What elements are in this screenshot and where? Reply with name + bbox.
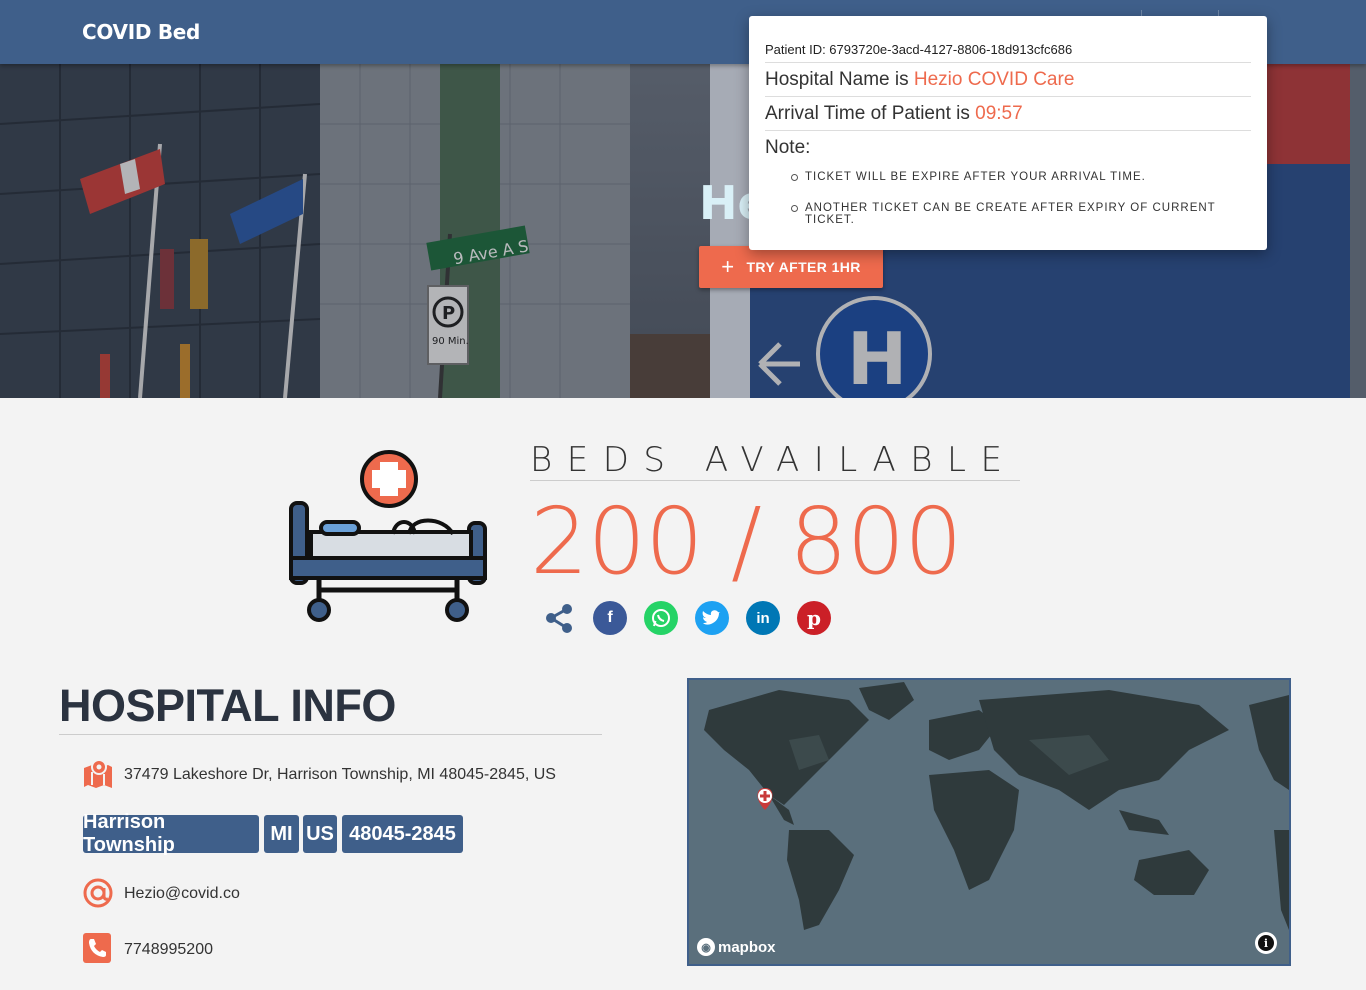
hospital-location-map[interactable]: ◉ mapbox i [687,678,1291,966]
hospital-bed-icon [289,450,487,622]
tag-city: Harrison Township [83,811,259,856]
beds-available-count: 200 / 800 [530,488,963,595]
mapbox-logo-icon: ◉ [697,938,715,956]
tag-zip: 48045-2845 [342,815,463,853]
map-info-button[interactable]: i [1255,932,1277,954]
share-icon[interactable] [542,601,576,635]
tag-country: US [303,815,337,853]
tag-state: MI [264,815,299,853]
note-item: ANOTHER TICKET CAN BE CREATE AFTER EXPIR… [791,202,1251,226]
try-after-button-label: TRY AFTER 1HR [746,259,861,275]
facebook-icon[interactable]: f [593,601,627,635]
try-after-button[interactable]: + TRY AFTER 1HR [699,246,883,288]
patient-id: Patient ID: 6793720e-3acd-4127-8806-18d9… [765,42,1251,63]
note-list: TICKET WILL BE EXPIRE AFTER YOUR ARRIVAL… [791,171,1251,226]
phone-icon [83,933,111,963]
arrival-time-value: 09:57 [975,103,1023,124]
email-at-icon [83,878,113,908]
map-location-icon [84,759,112,788]
mapbox-attribution: mapbox [718,938,776,956]
whatsapp-icon[interactable] [644,601,678,635]
arrival-time-row: Arrival Time of Patient is 09:57 [765,97,1251,131]
linkedin-icon[interactable]: in [746,601,780,635]
hospital-email[interactable]: Hezio@covid.co [124,885,240,903]
note-item: TICKET WILL BE EXPIRE AFTER YOUR ARRIVAL… [791,171,1251,183]
info-icon: i [1258,935,1274,951]
pinterest-icon[interactable]: p [797,601,831,635]
plus-icon: + [721,254,735,279]
note-label: Note: [765,137,811,158]
hospital-name-prefix: Hospital Name is [765,69,909,90]
world-map[interactable] [689,680,1289,964]
hospital-phone[interactable]: 7748995200 [124,941,213,959]
hospital-name-value: Hezio COVID Care [913,69,1075,90]
hospital-info-title: HOSPITAL INFO [59,680,602,735]
hospital-name-row: Hospital Name is Hezio COVID Care [765,63,1251,97]
arrival-time-prefix: Arrival Time of Patient is [765,103,970,124]
hospital-address: 37479 Lakeshore Dr, Harrison Township, M… [124,766,556,783]
brand-title[interactable]: COVID Bed [82,20,200,44]
patient-ticket-popup: Patient ID: 6793720e-3acd-4127-8806-18d9… [749,16,1267,250]
mapbox-logo[interactable]: ◉ mapbox [697,938,776,956]
beds-available-label: BEDS AVAILABLE: [530,440,1020,481]
twitter-icon[interactable] [695,601,729,635]
